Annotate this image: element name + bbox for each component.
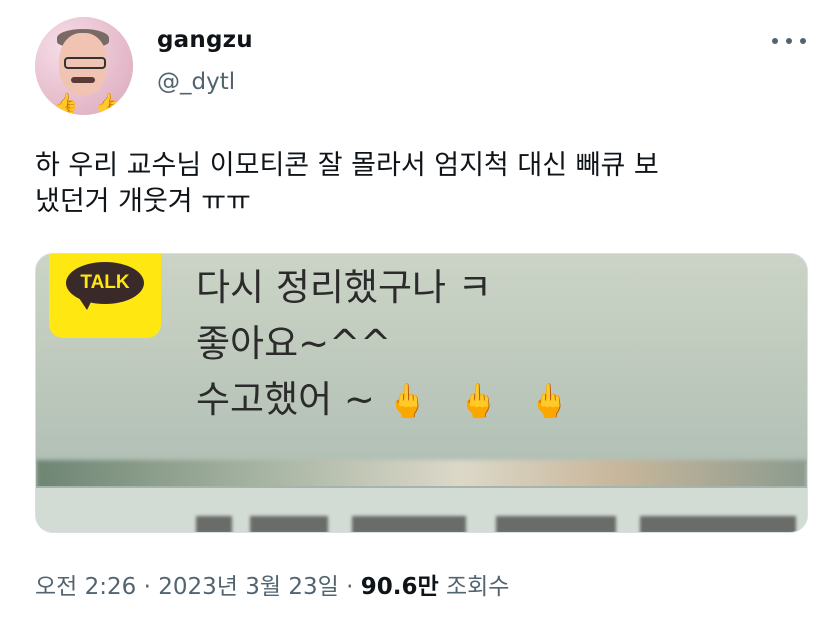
avatar-glasses [64,57,106,69]
author-display-name[interactable]: gangzu [157,27,253,53]
tweet-text: 하 우리 교수님 이모티콘 잘 몰라서 엄지척 대신 빼큐 보 냈던거 개웃겨 … [35,150,659,217]
chat-line-3-text: 수고했어 ~ [196,378,375,421]
avatar-mouth [71,77,95,83]
middle-finger-emoji: 🖕🖕🖕 [386,381,600,420]
talk-bubble-tail [79,298,93,310]
more-horizontal-icon[interactable] [772,31,806,51]
tweet-date[interactable]: 2023년 3월 23일 [158,574,339,600]
tweet-meta: 오전 2:26 · 2023년 3월 23일 · 90.6만 조회수 [35,567,509,601]
chat-line-3: 수고했어 ~ 🖕🖕🖕 [196,378,600,423]
talk-bubble: TALK [66,262,144,304]
meta-separator: · [143,574,151,600]
avatar[interactable]: 👍 👍 [35,17,133,115]
tweet-media-image[interactable]: TALK 다시 정리했구나 ㅋ 좋아요~^^ 수고했어 ~ 🖕🖕🖕 [35,253,808,533]
thumbs-up-icon: 👍 [53,91,78,115]
thumbs-up-icon: 👍 [95,91,120,115]
media-cropped-text [196,516,796,532]
tweet-time[interactable]: 오전 2:26 [35,574,136,600]
dot [786,38,792,44]
dot [772,38,778,44]
author-handle[interactable]: @_dytl [157,69,235,95]
views-label: 조회수 [445,574,510,600]
chat-line-2: 좋아요~^^ [196,322,392,365]
kakaotalk-logo: TALK [49,254,161,338]
meta-separator: · [346,574,354,600]
dot [800,38,806,44]
views-count: 90.6만 [360,574,439,600]
chat-line-1: 다시 정리했구나 ㅋ [196,266,492,309]
